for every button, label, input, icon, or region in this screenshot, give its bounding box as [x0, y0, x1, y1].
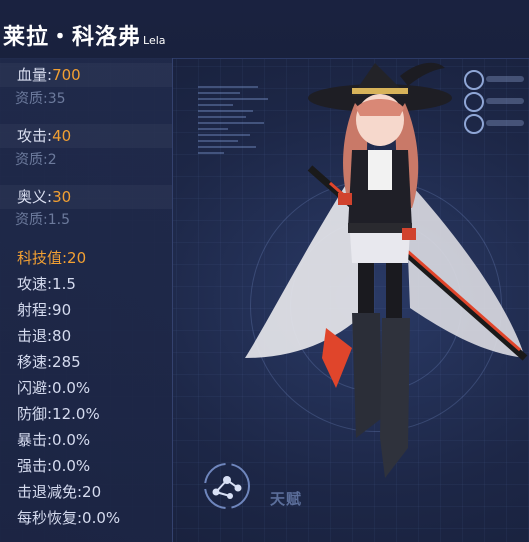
character-name: 莱拉・科洛弗 Lela [3, 19, 166, 51]
stat-knockback-resist: 击退减免:20 [17, 483, 102, 501]
stat-power-strike: 强击:0.0% [17, 457, 91, 475]
stat-atk-value: 40 [52, 127, 72, 145]
talent-label[interactable]: 天赋 [270, 488, 302, 509]
stat-attack-speed: 攻速:1.5 [17, 275, 76, 293]
stat-crit: 暴击:0.0% [17, 431, 91, 449]
stat-atk-label: 攻击: [17, 127, 53, 145]
character-name-sub: Lela [143, 34, 166, 47]
stat-hp: 血量:700 [17, 64, 81, 85]
stat-hp-grade: 资质:35 [15, 91, 66, 107]
stat-regen: 每秒恢复:0.0% [17, 509, 121, 527]
talent-network-icon [212, 476, 242, 499]
stat-defense: 防御:12.0% [17, 405, 100, 423]
stat-range: 射程:90 [17, 301, 72, 319]
stat-atk: 攻击:40 [17, 125, 71, 146]
stat-hp-value: 700 [52, 66, 81, 84]
stat-knockback: 击退:80 [17, 327, 72, 345]
stat-arcane-label: 奥义: [17, 188, 53, 206]
stat-arcane-value: 30 [52, 188, 72, 206]
stat-dodge: 闪避:0.0% [17, 379, 91, 397]
character-illustration [245, 62, 528, 478]
talent-button[interactable] [198, 462, 256, 510]
stat-arcane: 奥义:30 [17, 186, 71, 207]
stat-move-speed: 移速:285 [17, 353, 81, 371]
tech-value: 科技值:20 [17, 249, 87, 267]
stat-hp-label: 血量: [17, 66, 53, 84]
stat-arcane-grade: 资质:1.5 [15, 212, 70, 228]
character-name-main: 莱拉・科洛弗 [3, 25, 142, 50]
stat-atk-grade: 资质:2 [15, 152, 57, 168]
